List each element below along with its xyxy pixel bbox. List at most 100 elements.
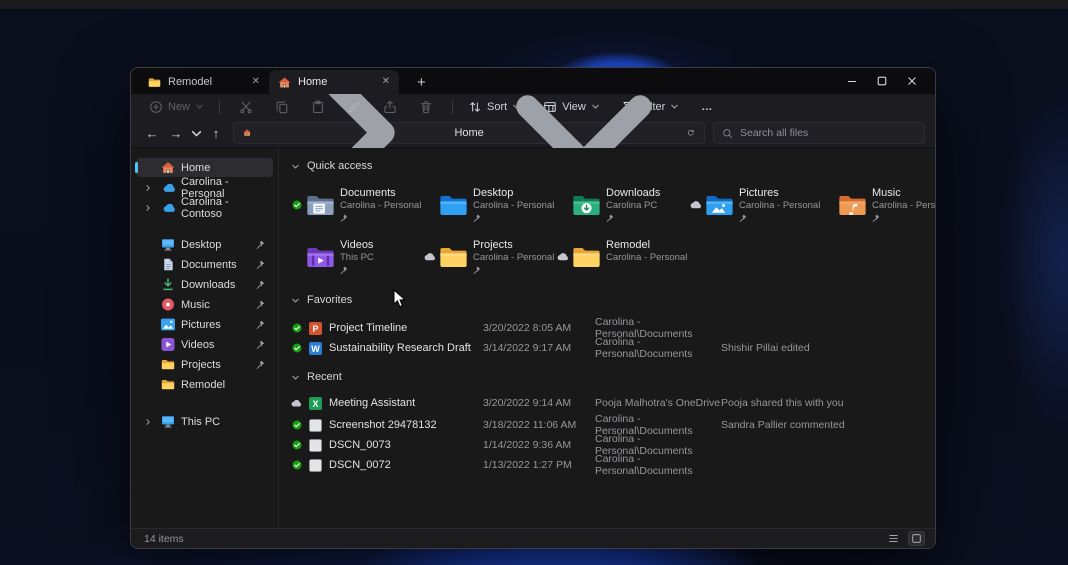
sidebar-item-this-pc[interactable]: This PC [136,412,273,431]
copy-button[interactable] [269,98,295,116]
search-input[interactable] [740,127,916,139]
more-options-button[interactable]: … [695,99,719,115]
quick-access-tile-pictures[interactable]: PicturesCarolina - Personal [690,183,823,226]
file-row[interactable]: DSCN_00731/14/2022 9:36 AMCarolina - Per… [291,433,927,453]
tile-name: Downloads [606,187,660,200]
image-file-icon [309,439,322,452]
pin-icon [473,266,554,275]
chevron-down-icon [291,296,300,305]
download-arrow-icon [160,278,175,291]
monitor-icon [160,415,175,428]
search-box[interactable] [713,122,925,144]
sidebar-item-documents[interactable]: Documents [136,255,273,274]
breadcrumb[interactable]: Home [233,122,705,144]
pin-icon [340,214,421,223]
sidebar-item-home[interactable]: Home [136,158,273,177]
tile-location: This PC [340,252,374,264]
tile-meta: DocumentsCarolina - Personal [340,183,421,226]
forward-button[interactable]: → [165,123,187,143]
back-button[interactable]: ← [141,123,163,143]
maximize-button[interactable] [867,71,897,91]
quick-access-tile-videos[interactable]: VideosThis PC [291,235,424,278]
file-row[interactable]: Screenshot 294781323/18/2022 11:06 AMCar… [291,413,927,433]
file-activity: Pooja shared this with you [721,397,927,409]
chevron-right-icon[interactable] [142,204,154,212]
share-button[interactable] [377,98,403,116]
file-row[interactable]: WSustainability Research Draft3/14/2022 … [291,336,927,356]
new-button[interactable]: New [143,98,210,116]
folder-pictures-icon [705,183,736,226]
delete-icon [419,100,433,114]
pin-icon [872,214,936,223]
section-header-recent[interactable]: Recent [291,368,927,386]
file-name: DSCN_0072 [329,459,391,471]
word-file-icon: W [309,342,322,355]
quick-access-tile-documents[interactable]: DocumentsCarolina - Personal [291,183,424,226]
chevron-down-icon [195,102,204,111]
quick-access-tile-projects[interactable]: ProjectsCarolina - Personal [424,235,557,278]
pin-icon [256,280,265,289]
rename-button[interactable] [341,98,367,116]
sidebar-item-carolina-personal[interactable]: Carolina - Personal [136,178,273,197]
sidebar-item-projects[interactable]: Projects [136,355,273,374]
pin-icon [256,360,265,369]
image-file-icon [309,419,322,432]
sidebar-item-remodel[interactable]: Remodel [136,375,273,394]
refresh-icon[interactable] [687,129,695,137]
sidebar-item-videos[interactable]: Videos [136,335,273,354]
tile-meta: DesktopCarolina - Personal [473,183,554,226]
quick-access-tile-remodel[interactable]: RemodelCarolina - Personal [557,235,690,278]
window-controls [837,71,927,91]
up-button[interactable]: ↑ [205,123,227,143]
quick-access-tile-music[interactable]: MusicCarolina - Personal [823,183,936,226]
file-date: 3/20/2022 9:14 AM [483,397,595,409]
folder-plain-icon [572,235,603,278]
delete-button[interactable] [413,98,439,116]
quick-access-tile-desktop[interactable]: DesktopCarolina - Personal [424,183,557,226]
tab-close-icon[interactable]: ✕ [252,77,260,87]
section-header-favorites[interactable]: Favorites [291,291,927,309]
details-view-button[interactable] [885,531,902,546]
folder-desktop-icon [439,183,470,226]
section-title: Favorites [307,294,352,306]
chevron-right-icon[interactable] [142,184,154,192]
minimize-button[interactable] [837,71,867,91]
tab-close-icon[interactable]: ✕ [382,77,390,87]
section-header-quick-access[interactable]: Quick access [291,157,927,175]
close-button[interactable] [897,71,927,91]
new-tab-button[interactable]: + [411,74,432,94]
cloud-status-icon [424,235,436,278]
sidebar-item-music[interactable]: Music [136,295,273,314]
cut-button[interactable] [233,98,259,116]
sidebar-item-desktop[interactable]: Desktop [136,235,273,254]
file-row[interactable]: PProject Timeline3/20/2022 8:05 AMCaroli… [291,316,927,336]
breadcrumb-segment[interactable]: Home [454,127,483,139]
toolbar-separator [452,100,453,114]
tab-label: Home [298,76,327,88]
cloud-status-icon [557,235,569,278]
file-name: DSCN_0073 [329,439,391,451]
paste-button[interactable] [305,98,331,116]
sidebar-item-carolina-contoso[interactable]: Carolina - Contoso [136,198,273,217]
items-count: 14 items [144,533,184,545]
quick-access-tile-downloads[interactable]: DownloadsCarolina PC [557,183,690,226]
file-row[interactable]: XMeeting Assistant3/20/2022 9:14 AMPooja… [291,393,927,413]
sidebar-item-label: Carolina - Contoso [181,196,265,220]
video-icon [160,338,175,351]
sidebar-item-pictures[interactable]: Pictures [136,315,273,334]
screen-top-strip [0,0,1068,9]
tile-location: Carolina - Personal [340,200,421,212]
file-date: 3/20/2022 8:05 AM [483,322,595,334]
rename-icon [347,100,361,114]
sidebar-item-downloads[interactable]: Downloads [136,275,273,294]
file-row[interactable]: DSCN_00721/13/2022 1:27 PMCarolina - Per… [291,453,927,473]
recent-locations-button[interactable] [189,123,203,143]
tab-home[interactable]: Home ✕ [269,70,399,94]
more-icon: … [701,101,713,113]
folder-documents-icon [306,183,337,226]
large-icons-view-button[interactable] [908,531,925,546]
chevron-right-icon[interactable] [142,418,154,426]
cloud-status-icon [291,399,302,407]
tab-remodel[interactable]: Remodel ✕ [139,70,269,94]
view-toggles [885,531,925,546]
